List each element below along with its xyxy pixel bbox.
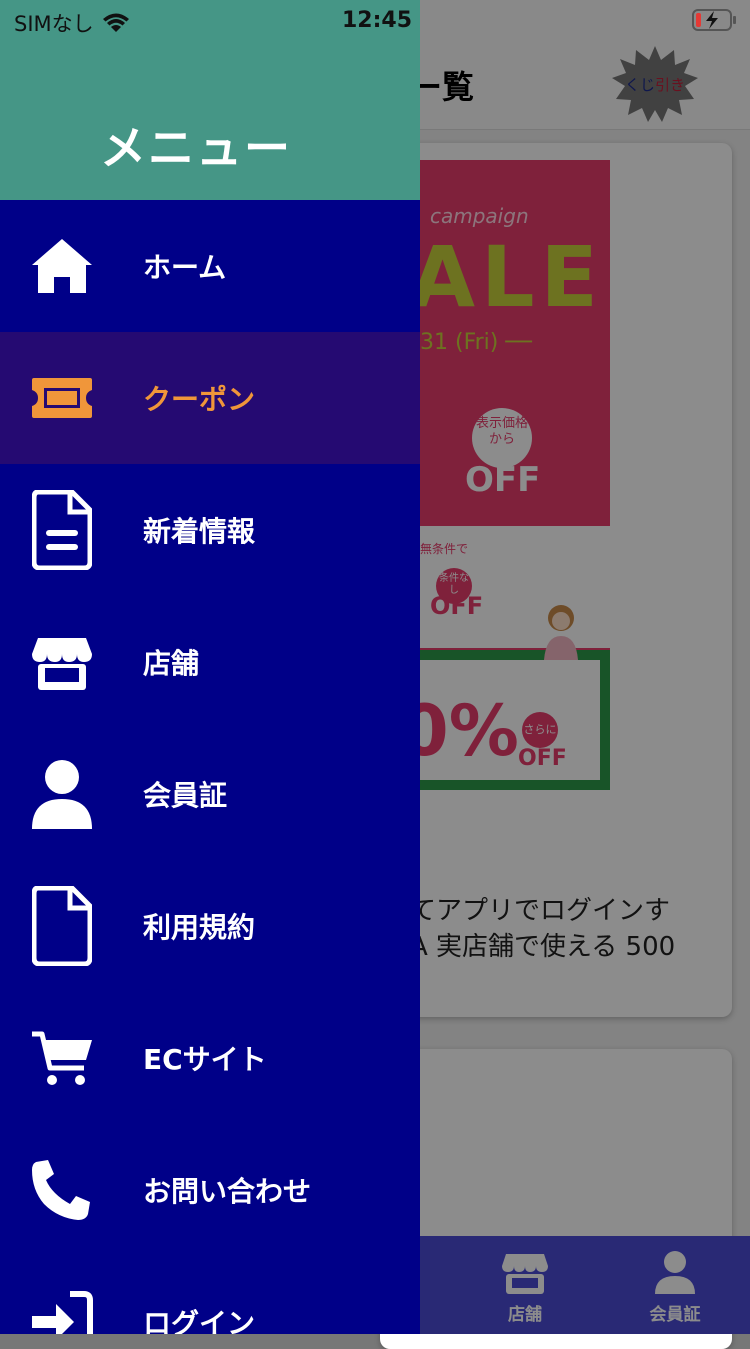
store-icon bbox=[30, 630, 94, 694]
document-icon bbox=[30, 490, 94, 570]
menu-item-coupon[interactable]: クーポン bbox=[0, 332, 420, 464]
menu-item-label: ログイン bbox=[143, 1307, 256, 1334]
menu-item-label: 店舗 bbox=[143, 647, 200, 680]
ticket-icon bbox=[30, 366, 94, 430]
drawer-title: メニュー bbox=[100, 121, 292, 175]
home-icon bbox=[30, 234, 94, 298]
battery-charging-icon bbox=[692, 9, 736, 31]
menu-item-label: 新着情報 bbox=[143, 515, 256, 548]
menu-item-label: お問い合わせ bbox=[143, 1175, 312, 1208]
menu-item-login[interactable]: ログイン bbox=[0, 1256, 420, 1334]
carrier-label: SIMなし bbox=[14, 12, 94, 36]
menu-item-label: ECサイト bbox=[143, 1043, 267, 1076]
phone-icon bbox=[30, 1158, 94, 1222]
cart-icon bbox=[30, 1026, 94, 1090]
menu-item-store[interactable]: 店舗 bbox=[0, 596, 420, 728]
menu-item-contact[interactable]: お問い合わせ bbox=[0, 1124, 420, 1256]
menu-item-label: 会員証 bbox=[143, 779, 228, 812]
menu-item-label: ホーム bbox=[143, 251, 227, 284]
navigation-drawer: メニュー ホーム クーポン 新着情報 店舗 会員証 利用規約 ECサイト お問い… bbox=[0, 0, 420, 1334]
login-icon bbox=[30, 1290, 94, 1334]
menu-item-terms[interactable]: 利用規約 bbox=[0, 860, 420, 992]
menu-item-membership[interactable]: 会員証 bbox=[0, 728, 420, 860]
menu-item-ec-site[interactable]: ECサイト bbox=[0, 992, 420, 1124]
wifi-icon bbox=[102, 13, 129, 32]
menu-item-label: クーポン bbox=[143, 383, 256, 416]
file-icon bbox=[30, 886, 94, 966]
user-icon bbox=[30, 760, 94, 829]
menu-item-home[interactable]: ホーム bbox=[0, 200, 420, 332]
menu-item-news[interactable]: 新着情報 bbox=[0, 464, 420, 596]
menu-item-label: 利用規約 bbox=[143, 911, 256, 944]
status-bar: SIMなし 12:45 bbox=[0, 0, 750, 40]
status-time: 12:45 bbox=[342, 8, 413, 33]
